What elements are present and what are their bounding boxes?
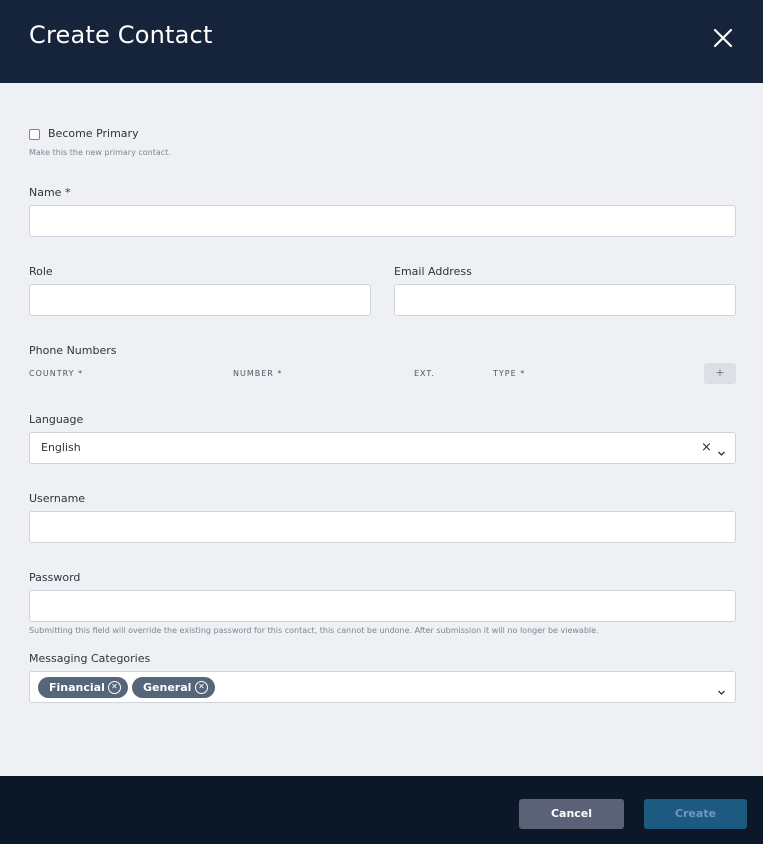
- chevron-down-icon[interactable]: [717, 443, 726, 462]
- language-select[interactable]: English ×: [29, 432, 736, 464]
- chip-financial[interactable]: Financial ✕: [38, 677, 128, 698]
- username-input[interactable]: [29, 511, 736, 543]
- phone-col-number: NUMBER *: [233, 369, 283, 378]
- chip-financial-label: Financial: [49, 681, 105, 694]
- modal-title: Create Contact: [29, 21, 213, 49]
- name-input[interactable]: [29, 205, 736, 237]
- phone-col-ext: EXT.: [414, 369, 435, 378]
- clear-icon[interactable]: ×: [701, 440, 712, 455]
- language-label: Language: [29, 413, 84, 426]
- become-primary-checkbox[interactable]: [29, 129, 40, 140]
- create-button[interactable]: Create: [644, 799, 747, 829]
- email-input[interactable]: [394, 284, 736, 316]
- email-label: Email Address: [394, 265, 472, 278]
- language-value: English: [41, 441, 81, 454]
- username-label: Username: [29, 492, 86, 505]
- role-label: Role: [29, 265, 53, 278]
- phone-col-type: TYPE *: [493, 369, 526, 378]
- phone-col-country: COUNTRY *: [29, 369, 84, 378]
- role-input[interactable]: [29, 284, 371, 316]
- password-input[interactable]: [29, 590, 736, 622]
- close-icon[interactable]: [709, 24, 737, 52]
- cancel-button[interactable]: Cancel: [519, 799, 624, 829]
- name-label: Name *: [29, 186, 71, 199]
- become-primary-hint: Make this the new primary contact.: [29, 148, 171, 157]
- add-phone-button[interactable]: +: [704, 363, 736, 384]
- password-hint: Submitting this field will override the …: [29, 626, 599, 635]
- remove-chip-icon[interactable]: ✕: [195, 681, 208, 694]
- chip-general[interactable]: General ✕: [132, 677, 215, 698]
- chip-general-label: General: [143, 681, 192, 694]
- remove-chip-icon[interactable]: ✕: [108, 681, 121, 694]
- phone-numbers-label: Phone Numbers: [29, 344, 117, 357]
- become-primary-label: Become Primary: [48, 127, 139, 140]
- messaging-categories-label: Messaging Categories: [29, 652, 151, 665]
- modal-header: Create Contact: [0, 0, 763, 83]
- password-label: Password: [29, 571, 81, 584]
- chevron-down-icon[interactable]: [717, 682, 726, 701]
- messaging-categories-select[interactable]: Financial ✕ General ✕: [29, 671, 736, 703]
